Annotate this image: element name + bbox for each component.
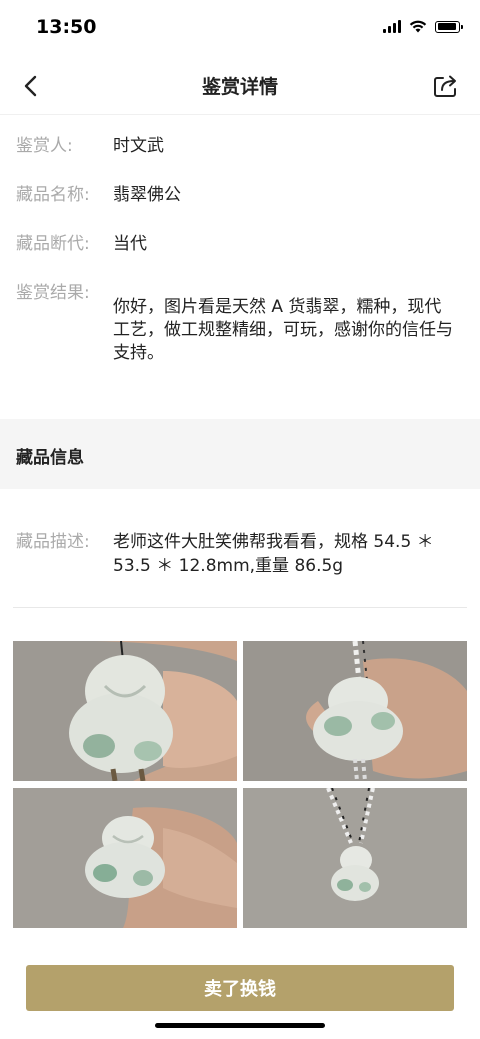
appraiser-row: 鉴赏人: 时文武 [0,135,480,158]
description-row: 藏品描述: 老师这件大肚笑佛帮我看看，规格 54.5 ＊ 53.5 ＊ 12.8… [16,530,464,578]
sell-button[interactable]: 卖了换钱 [26,965,454,1011]
divider [13,607,467,608]
status-bar: 13:50 [0,0,480,58]
description-value: 老师这件大肚笑佛帮我看看，规格 54.5 ＊ 53.5 ＊ 12.8mm,重量 … [113,532,434,576]
status-icons [383,20,463,33]
battery-icon [435,20,463,33]
appraiser-label: 鉴赏人: [16,136,73,156]
share-icon [434,75,456,97]
appraiser-value: 时文武 [113,136,164,156]
status-time: 13:50 [36,16,97,38]
photo-jade-buddha-front[interactable] [13,641,237,781]
item-name-row: 藏品名称: 翡翠佛公 [0,184,480,207]
photo-jade-buddha-back[interactable] [243,641,467,781]
appraisal-info: 鉴赏人: 时文武 藏品名称: 翡翠佛公 藏品断代: 当代 鉴赏结果: 你好，图片… [0,135,480,391]
share-button[interactable] [430,70,462,102]
result-row: 鉴赏结果: 你好，图片看是天然 A 货翡翠，糯种，现代工艺，做工规整精细，可玩，… [0,282,480,365]
photo-jade-buddha-hanging[interactable] [243,788,467,928]
era-label: 藏品断代: [16,234,90,254]
result-label: 鉴赏结果: [16,283,90,303]
era-row: 藏品断代: 当代 [0,233,480,256]
item-name-value: 翡翠佛公 [113,185,181,205]
result-value: 你好，图片看是天然 A 货翡翠，糯种，现代工艺，做工规整精细，可玩，感谢你的信任… [113,297,453,363]
description-label: 藏品描述: [16,532,90,552]
collection-info-header: 藏品信息 [0,419,480,489]
era-value: 当代 [113,234,147,254]
home-indicator [155,1023,325,1028]
item-name-label: 藏品名称: [16,185,90,205]
nav-bar: 鉴赏详情 [0,58,480,115]
section-title: 藏品信息 [16,448,84,468]
wifi-icon [409,20,427,33]
photo-jade-buddha-in-hand[interactable] [13,788,237,928]
cellular-signal-icon [383,20,401,33]
page-title: 鉴赏详情 [201,76,278,98]
